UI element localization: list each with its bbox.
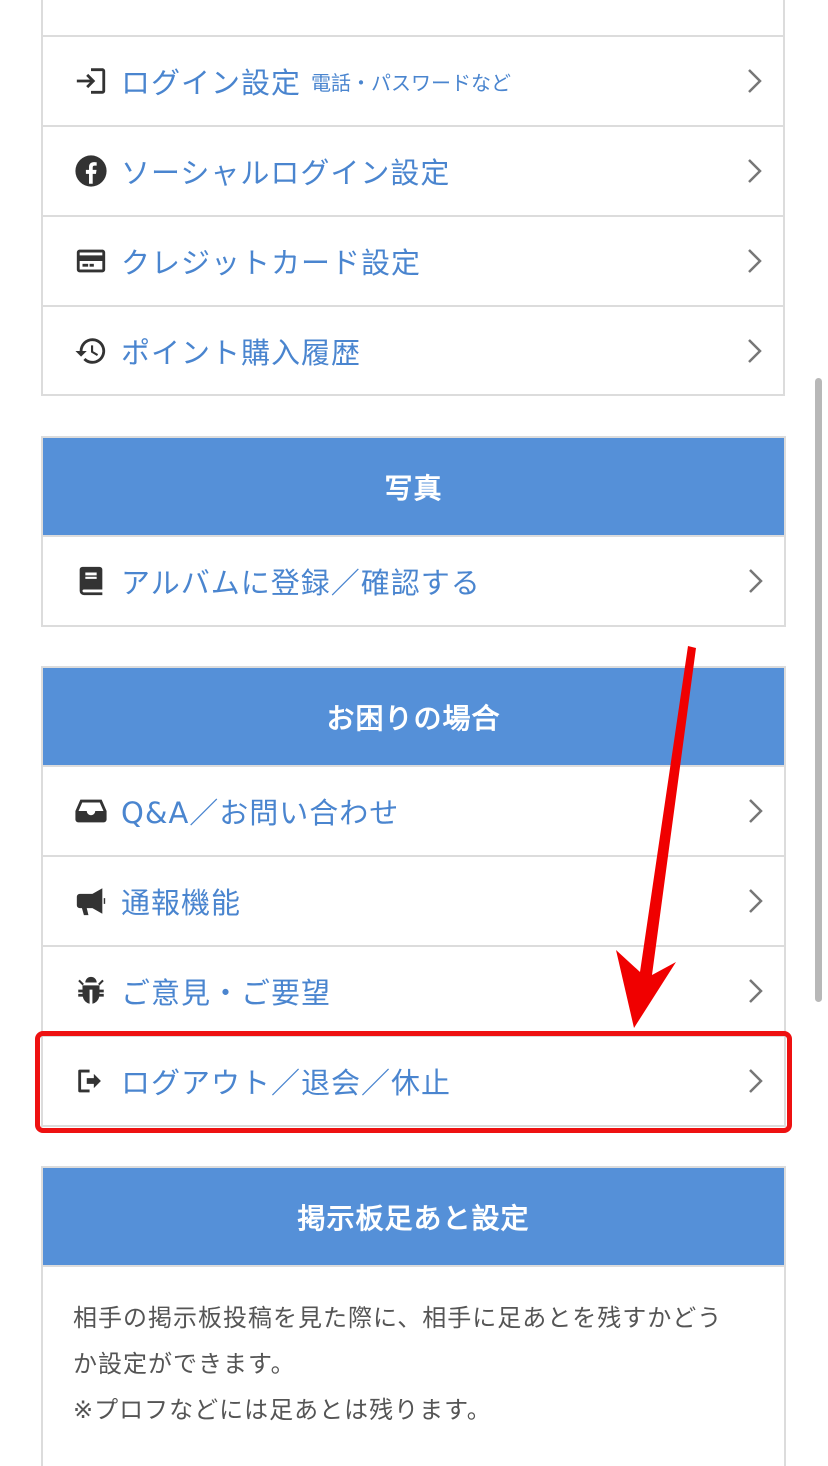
history-icon (73, 333, 109, 369)
feedback-row[interactable]: ご意見・ご要望 (43, 947, 784, 1037)
footprint-section-header: 掲示板足あと設定 (43, 1168, 784, 1267)
account-settings-panel: ログイン設定 電話・パスワードなど ソーシャルログイン設定 クレジットカード設定… (41, 0, 785, 396)
vertical-scrollbar[interactable] (815, 378, 822, 1002)
help-section-header: お困りの場合 (43, 668, 784, 767)
credit-card-row[interactable]: クレジットカード設定 (43, 217, 783, 307)
bug-icon (73, 973, 109, 1009)
login-settings-sublabel: 電話・パスワードなど (311, 70, 512, 95)
chevron-right-icon (746, 887, 766, 915)
album-row[interactable]: アルバムに登録／確認する (43, 537, 784, 625)
sign-out-icon (73, 1063, 109, 1099)
login-settings-label: ログイン設定 (121, 66, 302, 100)
book-icon (73, 563, 109, 599)
feedback-label: ご意見・ご要望 (121, 976, 332, 1010)
qa-contact-row[interactable]: Q&A／お問い合わせ (43, 767, 784, 857)
photo-section-header: 写真 (43, 438, 784, 537)
logout-row[interactable]: ログアウト／退会／休止 (43, 1037, 784, 1125)
report-row[interactable]: 通報機能 (43, 857, 784, 947)
login-settings-row[interactable]: ログイン設定 電話・パスワードなど (43, 37, 783, 127)
footprint-description: 相手の掲示板投稿を見た際に、相手に足あとを残すかどう か設定ができます。 ※プロ… (43, 1267, 784, 1453)
inbox-icon (73, 793, 109, 829)
chevron-right-icon (746, 797, 766, 825)
report-label: 通報機能 (121, 886, 242, 920)
chevron-right-icon (746, 567, 766, 595)
photo-section: 写真 アルバムに登録／確認する (41, 436, 786, 627)
chevron-right-icon (746, 1067, 766, 1095)
previous-row-stub (43, 0, 783, 37)
album-label: アルバムに登録／確認する (121, 566, 481, 600)
social-login-label: ソーシャルログイン設定 (121, 156, 451, 190)
sign-in-icon (73, 63, 109, 99)
chevron-right-icon (746, 977, 766, 1005)
facebook-icon (73, 153, 109, 189)
chevron-right-icon (745, 247, 765, 275)
chevron-right-icon (745, 157, 765, 185)
logout-label: ログアウト／退会／休止 (121, 1066, 452, 1100)
chevron-right-icon (745, 337, 765, 365)
credit-card-label: クレジットカード設定 (121, 246, 422, 280)
footprint-description-line1: 相手の掲示板投稿を見た際に、相手に足あとを残すかどう (73, 1304, 723, 1332)
megaphone-icon (73, 883, 109, 919)
footprint-description-line2: か設定ができます。 (73, 1350, 296, 1378)
footprint-description-note: ※プロフなどには足あとは残ります。 (73, 1396, 492, 1424)
qa-contact-label: Q&A／お問い合わせ (121, 796, 400, 830)
footprint-section: 掲示板足あと設定 相手の掲示板投稿を見た際に、相手に足あとを残すかどう か設定が… (41, 1166, 786, 1466)
chevron-right-icon (745, 67, 765, 95)
point-history-row[interactable]: ポイント購入履歴 (43, 307, 783, 395)
social-login-row[interactable]: ソーシャルログイン設定 (43, 127, 783, 217)
help-section: お困りの場合 Q&A／お問い合わせ 通報機能 ご意見・ご要望 ログアウト／退会／… (41, 666, 786, 1127)
point-history-label: ポイント購入履歴 (121, 336, 362, 370)
credit-card-icon (73, 243, 109, 279)
